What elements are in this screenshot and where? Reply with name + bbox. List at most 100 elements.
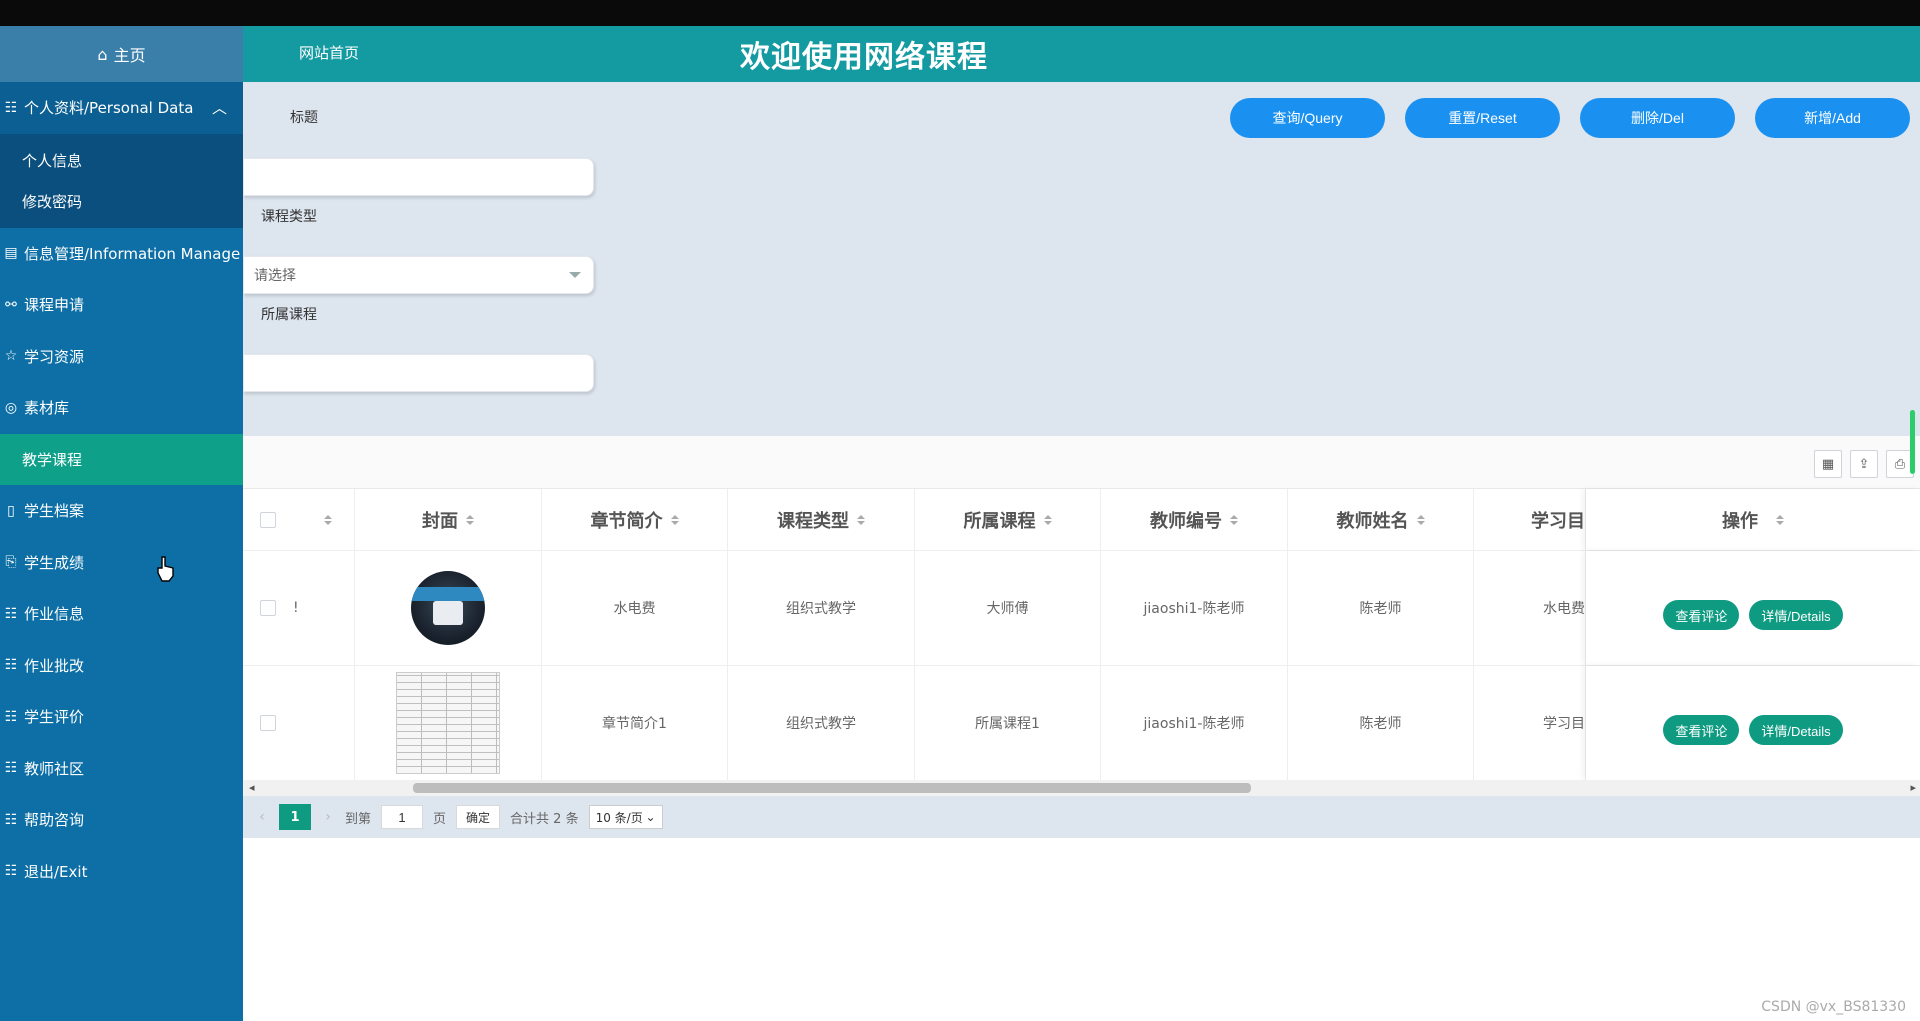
vertical-scroll-indicator[interactable] bbox=[1910, 410, 1915, 474]
col-study[interactable]: 学习目 bbox=[1474, 489, 1586, 550]
view-comments-button[interactable]: 查看评论 bbox=[1663, 600, 1740, 630]
col-operation[interactable]: 操作 bbox=[1586, 489, 1920, 550]
row-checkbox[interactable] bbox=[260, 600, 276, 616]
sidebar-item-teaching-course[interactable]: 教学课程 bbox=[0, 433, 243, 485]
col-course[interactable]: 所属课程 bbox=[915, 489, 1101, 550]
confirm-button[interactable]: 确定 bbox=[456, 805, 501, 829]
cover-image[interactable] bbox=[411, 571, 485, 645]
sidebar-item-label: 帮助咨询 bbox=[24, 811, 85, 830]
user-icon: ☷ bbox=[4, 657, 18, 674]
sort-icon bbox=[857, 514, 865, 525]
sidebar-item-student-eval[interactable]: ☷ 学生评价 bbox=[0, 691, 243, 743]
cell-study: 学习目 bbox=[1474, 666, 1586, 780]
sidebar-item-course-apply[interactable]: ⚯ 课程申请 bbox=[0, 279, 243, 331]
sidebar-item-teacher-community[interactable]: ☷ 教师社区 bbox=[0, 743, 243, 795]
reset-button[interactable]: 重置/Reset bbox=[1405, 98, 1560, 138]
page-number[interactable]: 1 bbox=[279, 804, 311, 830]
sidebar-subitem-password[interactable]: 修改密码 bbox=[0, 181, 243, 222]
document-icon: ▤ bbox=[4, 245, 18, 262]
delete-button[interactable]: 删除/Del bbox=[1580, 98, 1735, 138]
star-icon: ☆ bbox=[4, 348, 18, 365]
sort-icon bbox=[1416, 514, 1425, 525]
sidebar-item-homework-info[interactable]: ☷ 作业信息 bbox=[0, 588, 243, 640]
sidebar-item-label: 学生成绩 bbox=[24, 553, 85, 572]
cell-course: 大师傅 bbox=[915, 551, 1101, 665]
details-button[interactable]: 详情/Details bbox=[1749, 715, 1843, 745]
col-teacher[interactable]: 教师姓名 bbox=[1288, 489, 1474, 550]
caret-down-icon bbox=[569, 272, 581, 278]
course-type-select[interactable]: 请选择 bbox=[243, 256, 594, 294]
course-input[interactable] bbox=[243, 354, 594, 392]
site-home-link[interactable]: 网站首页 bbox=[299, 42, 359, 63]
select-all-checkbox[interactable] bbox=[260, 511, 276, 528]
col-hidden[interactable] bbox=[293, 489, 355, 550]
cell-operation: 查看评论 详情/Details bbox=[1586, 551, 1920, 665]
row-check-cell bbox=[243, 666, 293, 780]
title-input[interactable] bbox=[243, 158, 594, 196]
sidebar-item-homework-review[interactable]: ☷ 作业批改 bbox=[0, 640, 243, 692]
sidebar-home[interactable]: ⌂ 主页 bbox=[0, 26, 243, 82]
col-label: 学习目 bbox=[1531, 510, 1585, 532]
link-icon: ⚯ bbox=[5, 296, 17, 313]
total-count: 合计共 2 条 bbox=[510, 811, 579, 827]
sidebar-item-personal-data[interactable]: ☷ 个人资料/Personal Data ︿ bbox=[0, 82, 243, 134]
data-table: 封面 章节简介 课程类型 所属课程 教师编号 教师姓名 学习目 操作 ! 水电费… bbox=[243, 488, 1920, 781]
add-button[interactable]: 新增/Add bbox=[1755, 98, 1910, 138]
scroll-left-icon[interactable]: ◂ bbox=[249, 781, 255, 794]
horizontal-scrollbar[interactable]: ◂ ▸ bbox=[243, 780, 1920, 796]
col-label: 课程类型 bbox=[777, 510, 849, 532]
col-cover[interactable]: 封面 bbox=[355, 489, 542, 550]
course-type-label: 课程类型 bbox=[261, 209, 317, 225]
query-button[interactable]: 查询/Query bbox=[1230, 98, 1385, 138]
sidebar-item-label: 教师社区 bbox=[24, 759, 85, 778]
next-page-icon[interactable]: › bbox=[321, 809, 335, 825]
sidebar-item-resources[interactable]: ☆ 学习资源 bbox=[0, 331, 243, 383]
col-label: 操作 bbox=[1722, 510, 1758, 532]
sidebar-item-label: 课程申请 bbox=[24, 296, 85, 315]
cell-teacher-no: jiaoshi1-陈老师 bbox=[1101, 551, 1288, 665]
select-all-cell bbox=[243, 489, 293, 550]
col-label: 章节简介 bbox=[590, 510, 663, 532]
cell-intro: 水电费 bbox=[542, 551, 728, 665]
header: 网站首页 欢迎使用网络课程 bbox=[243, 26, 1920, 82]
sidebar-subitem-profile[interactable]: 个人信息 bbox=[0, 140, 243, 181]
page-size-select[interactable]: 10 条/页 ⌄ bbox=[588, 805, 663, 829]
export-icon[interactable]: ⇪ bbox=[1850, 450, 1878, 478]
cover-image[interactable] bbox=[396, 672, 500, 774]
cell-teacher: 陈老师 bbox=[1288, 551, 1474, 665]
submenu-personal: 个人信息 修改密码 bbox=[0, 133, 243, 228]
columns-icon[interactable]: ▦ bbox=[1814, 450, 1842, 478]
cell-operation: 查看评论 详情/Details bbox=[1586, 666, 1920, 780]
table-row: 章节简介1 组织式教学 所属课程1 jiaoshi1-陈老师 陈老师 学习目 查… bbox=[243, 666, 1920, 781]
pagination: ‹ 1 › 到第 页 确定 合计共 2 条 10 条/页 ⌄ bbox=[243, 796, 1920, 838]
view-comments-button[interactable]: 查看评论 bbox=[1663, 715, 1740, 745]
row-checkbox[interactable] bbox=[260, 715, 276, 731]
goto-page-input[interactable] bbox=[381, 805, 424, 829]
sidebar-item-help[interactable]: ☷ 帮助咨询 bbox=[0, 794, 243, 846]
sidebar-item-materials[interactable]: ◎ 素材库 bbox=[0, 382, 243, 434]
sort-icon bbox=[670, 514, 679, 525]
sidebar-item-label: 退出/Exit bbox=[24, 862, 88, 881]
goto-label: 到第 bbox=[345, 811, 372, 827]
sidebar-item-label: 作业信息 bbox=[24, 605, 85, 624]
title-label: 标题 bbox=[290, 110, 318, 126]
chevron-up-icon: ︿ bbox=[211, 99, 227, 118]
sort-icon bbox=[323, 514, 332, 525]
scrollbar-thumb[interactable] bbox=[413, 783, 1251, 793]
top-black-bar bbox=[0, 0, 1920, 26]
user-icon: ☷ bbox=[4, 811, 18, 828]
col-type[interactable]: 课程类型 bbox=[728, 489, 915, 550]
table-header-row: 封面 章节简介 课程类型 所属课程 教师编号 教师姓名 学习目 操作 bbox=[243, 489, 1920, 551]
sidebar-item-student-archive[interactable]: ▯ 学生档案 bbox=[0, 485, 243, 537]
sidebar-item-exit[interactable]: ☷ 退出/Exit bbox=[0, 846, 243, 898]
col-teacher-no[interactable]: 教师编号 bbox=[1101, 489, 1288, 550]
details-button[interactable]: 详情/Details bbox=[1749, 600, 1843, 630]
col-label: 封面 bbox=[422, 510, 458, 532]
sidebar-item-student-grades[interactable]: ⎘ 学生成绩 bbox=[0, 537, 243, 589]
col-intro[interactable]: 章节简介 bbox=[542, 489, 728, 550]
cell-cover bbox=[355, 666, 542, 780]
user-icon: ☷ bbox=[4, 605, 18, 622]
sidebar-item-info-manage[interactable]: ▤ 信息管理/Information Manage bbox=[0, 228, 243, 280]
prev-page-icon[interactable]: ‹ bbox=[255, 809, 269, 825]
scroll-right-icon[interactable]: ▸ bbox=[1910, 781, 1916, 794]
